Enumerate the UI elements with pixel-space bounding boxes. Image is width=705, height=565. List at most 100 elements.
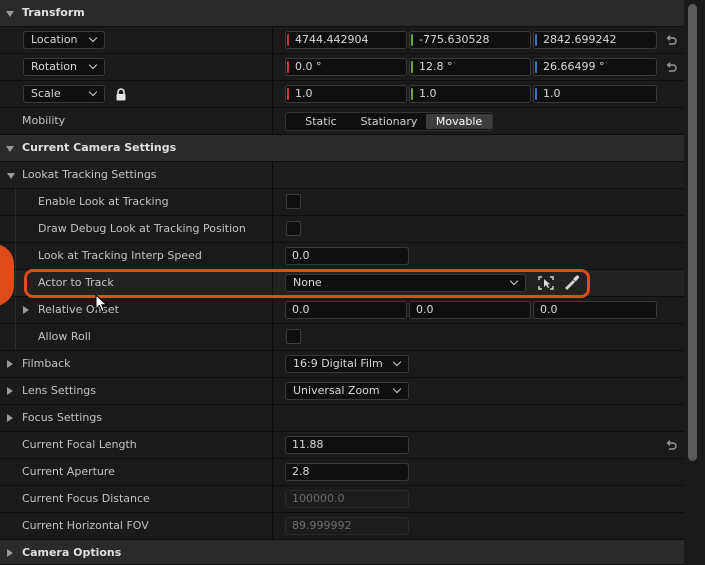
property-row-focus-settings[interactable]: Focus Settings <box>0 405 684 432</box>
dropdown-label: Universal Zoom <box>293 384 380 397</box>
horizontal-fov-field: 89.999992 <box>285 517 409 535</box>
location-mode-dropdown[interactable]: Location <box>23 31 105 49</box>
collapse-arrow-icon[interactable] <box>7 173 15 179</box>
focal-length-field[interactable]: 11.88 <box>285 436 409 454</box>
field-value: 1.0 <box>543 87 561 100</box>
field-value: 0.0 <box>540 303 558 316</box>
mobility-segmented-control: Static Stationary Movable <box>285 112 493 131</box>
field-value: 4744.442904 <box>295 33 369 46</box>
property-row-mobility: Mobility Static Stationary Movable <box>0 108 684 135</box>
chevron-down-icon <box>392 357 402 367</box>
actor-to-track-dropdown[interactable]: None <box>285 274 526 292</box>
indent-guide <box>15 270 16 296</box>
reset-to-default-icon[interactable] <box>665 35 677 47</box>
reset-to-default-icon[interactable] <box>665 440 677 452</box>
rotation-mode-dropdown[interactable]: Rotation <box>23 58 105 76</box>
scale-z-field[interactable]: 1.0 <box>533 85 657 103</box>
scrollbar-thumb[interactable] <box>688 4 697 461</box>
lock-icon[interactable] <box>115 88 127 101</box>
draw-debug-checkbox[interactable] <box>286 221 301 236</box>
property-label: Actor to Track <box>38 276 114 289</box>
property-row-focus-distance: Current Focus Distance 100000.0 <box>0 486 684 513</box>
rotation-y-field[interactable]: 12.8 ° <box>409 58 531 76</box>
expand-arrow-icon[interactable] <box>23 306 29 314</box>
expand-arrow-icon[interactable] <box>7 549 13 557</box>
column-divider <box>272 189 273 215</box>
section-title: Camera Options <box>22 546 122 559</box>
location-x-field[interactable]: 4744.442904 <box>285 31 407 49</box>
relative-offset-y-field[interactable]: 0.0 <box>409 301 531 319</box>
column-divider <box>272 81 273 107</box>
property-label: Look at Tracking Interp Speed <box>38 249 202 262</box>
section-camera-options[interactable]: Camera Options <box>0 540 684 565</box>
rotation-z-field[interactable]: 26.66499 ° <box>533 58 657 76</box>
expand-arrow-icon[interactable] <box>7 387 13 395</box>
property-label: Filmback <box>22 357 71 370</box>
select-actor-from-viewport-icon[interactable] <box>536 274 556 292</box>
dropdown-label: Scale <box>31 87 61 100</box>
chevron-down-icon <box>509 276 519 286</box>
location-z-field[interactable]: 2842.699242 <box>533 31 657 49</box>
section-current-camera-settings[interactable]: Current Camera Settings <box>0 135 684 162</box>
location-y-field[interactable]: -775.630528 <box>409 31 531 49</box>
property-row-actor-to-track: Actor to Track None <box>0 270 684 297</box>
property-row-horizontal-fov: Current Horizontal FOV 89.999992 <box>0 513 684 540</box>
property-label: Current Focal Length <box>22 438 137 451</box>
property-row-scale: Scale 1.0 1.0 1.0 <box>0 81 684 108</box>
field-value: 1.0 <box>419 87 437 100</box>
property-label: Current Focus Distance <box>22 492 150 505</box>
dropdown-label: Rotation <box>31 60 78 73</box>
column-divider <box>272 108 273 134</box>
indent-guide <box>15 189 16 215</box>
column-divider <box>272 513 273 539</box>
field-value: 0.0 <box>416 303 434 316</box>
section-transform[interactable]: Transform <box>0 0 684 27</box>
column-divider <box>272 54 273 80</box>
expand-arrow-icon[interactable] <box>7 360 13 368</box>
field-value: 100000.0 <box>292 492 345 505</box>
field-value: -775.630528 <box>419 33 490 46</box>
dropdown-label: Location <box>31 33 78 46</box>
relative-offset-z-field[interactable]: 0.0 <box>533 301 657 319</box>
column-divider <box>272 324 273 350</box>
chevron-down-icon <box>392 384 402 394</box>
property-label: Lens Settings <box>22 384 97 397</box>
column-divider <box>272 27 273 53</box>
mobility-option-movable[interactable]: Movable <box>426 114 492 129</box>
indent-guide <box>15 216 16 242</box>
scale-x-field[interactable]: 1.0 <box>285 85 407 103</box>
aperture-field[interactable]: 2.8 <box>285 463 409 481</box>
group-lookat-tracking-settings[interactable]: Lookat Tracking Settings <box>0 162 684 189</box>
axis-x-marker <box>287 88 289 100</box>
scale-y-field[interactable]: 1.0 <box>409 85 531 103</box>
mobility-option-stationary[interactable]: Stationary <box>354 114 424 129</box>
collapse-arrow-icon[interactable] <box>6 146 14 152</box>
mobility-option-static[interactable]: Static <box>290 114 352 129</box>
field-value: 11.88 <box>292 438 324 451</box>
column-divider <box>272 297 273 323</box>
details-panel: Transform Location 4744.442904 -775.6305… <box>0 0 684 565</box>
mouse-cursor-icon <box>95 294 108 313</box>
field-value: 12.8 ° <box>419 60 453 73</box>
property-row-draw-debug: Draw Debug Look at Tracking Position <box>0 216 684 243</box>
filmback-preset-dropdown[interactable]: 16:9 Digital Film <box>285 355 409 373</box>
scale-mode-dropdown[interactable]: Scale <box>23 85 105 103</box>
rotation-x-field[interactable]: 0.0 ° <box>285 58 407 76</box>
allow-roll-checkbox[interactable] <box>286 329 301 344</box>
enable-look-at-tracking-checkbox[interactable] <box>286 194 301 209</box>
axis-z-marker <box>535 34 537 46</box>
collapse-arrow-icon[interactable] <box>6 11 14 17</box>
field-value: 0.0 <box>292 249 310 262</box>
dropdown-label: 16:9 Digital Film <box>293 357 383 370</box>
column-divider <box>272 459 273 485</box>
property-label: Current Horizontal FOV <box>22 519 149 532</box>
reset-to-default-icon[interactable] <box>665 62 677 74</box>
property-label: Current Aperture <box>22 465 115 478</box>
chevron-down-icon <box>88 60 98 70</box>
relative-offset-x-field[interactable]: 0.0 <box>285 301 407 319</box>
expand-arrow-icon[interactable] <box>7 414 13 422</box>
property-row-aperture: Current Aperture 2.8 <box>0 459 684 486</box>
lens-preset-dropdown[interactable]: Universal Zoom <box>285 382 409 400</box>
interp-speed-field[interactable]: 0.0 <box>285 247 409 265</box>
eyedropper-icon[interactable] <box>562 274 582 292</box>
